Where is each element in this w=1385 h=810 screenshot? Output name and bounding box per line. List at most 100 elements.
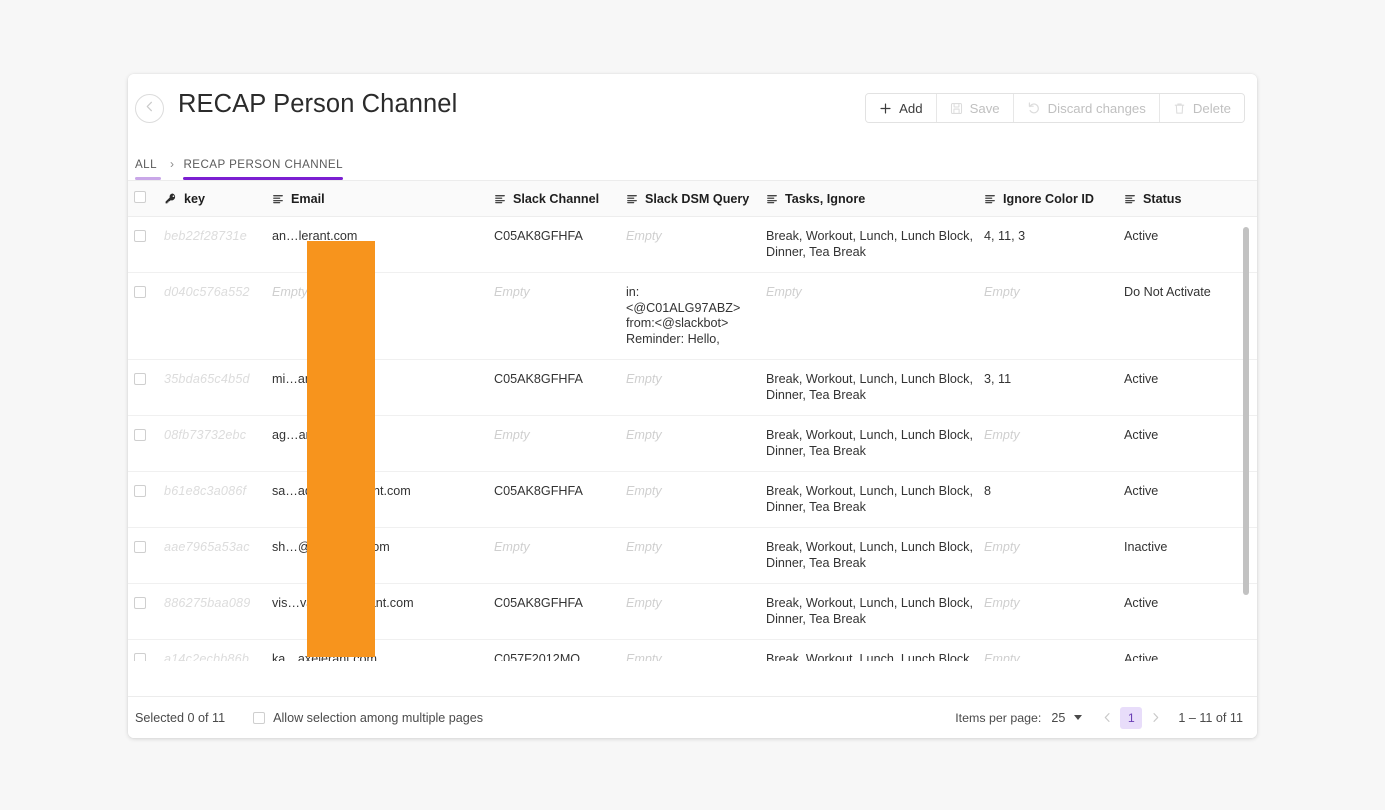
row-select-checkbox[interactable]	[134, 485, 146, 497]
cell-key: 886275baa089	[164, 596, 272, 612]
cell-tasks-ignore: Break, Workout, Lunch, Lunch Block, Dinn…	[766, 540, 984, 571]
allow-multipage-selection-label: Allow selection among multiple pages	[273, 711, 483, 725]
app-root: RECAP Person Channel Add	[0, 0, 1385, 810]
cell-slack-channel: C057F2012MQ	[494, 652, 626, 661]
breadcrumb-separator-icon: ›	[161, 157, 183, 180]
column-header-slack-dsm-query[interactable]: Slack DSM Query	[626, 192, 766, 206]
page-number-1[interactable]: 1	[1120, 707, 1142, 729]
column-header-status[interactable]: Status	[1124, 192, 1228, 206]
page-title: RECAP Person Channel	[178, 90, 457, 119]
cell-email: vis…valli@axelerant.com	[272, 596, 494, 612]
row-select-checkbox[interactable]	[134, 373, 146, 385]
row-select-cell	[134, 484, 164, 502]
cell-slack-dsm-query: Empty	[626, 596, 766, 612]
breadcrumb-item-current[interactable]: RECAP PERSON CHANNEL	[183, 158, 343, 180]
cell-tasks-ignore: Break, Workout, Lunch, Lunch Block, Dinn…	[766, 484, 984, 515]
save-button[interactable]: Save	[937, 94, 1014, 122]
key-icon	[164, 192, 177, 205]
trash-icon	[1173, 102, 1186, 115]
record-actions-toolbar: Add Save	[865, 93, 1245, 123]
cell-slack-channel: C05AK8GFHFA	[494, 372, 626, 388]
column-header-key-label: key	[184, 192, 205, 206]
table-row[interactable]: 08fb73732ebcag…ant.comEmptyEmptyBreak, W…	[128, 416, 1257, 472]
table-vertical-scrollbar[interactable]	[1243, 227, 1249, 595]
row-select-checkbox[interactable]	[134, 286, 146, 298]
cell-ignore-color-id: 8	[984, 484, 1124, 500]
pagination-range-label: 1 – 11 of 11	[1178, 711, 1243, 725]
breadcrumb-item-all[interactable]: ALL	[135, 158, 161, 180]
discard-changes-button-label: Discard changes	[1048, 101, 1146, 116]
cell-ignore-color-id: 4, 11, 3	[984, 229, 1124, 245]
cell-status: Active	[1124, 484, 1228, 500]
row-select-cell	[134, 652, 164, 661]
column-header-slack-channel-label: Slack Channel	[513, 192, 599, 206]
row-select-checkbox[interactable]	[134, 230, 146, 242]
chevron-down-icon	[1074, 715, 1082, 720]
add-button[interactable]: Add	[866, 94, 936, 122]
column-header-tasks-ignore-label: Tasks, Ignore	[785, 192, 865, 206]
cell-status: Active	[1124, 229, 1228, 245]
cell-key: 08fb73732ebc	[164, 428, 272, 444]
cell-slack-channel: Empty	[494, 428, 626, 444]
row-select-checkbox[interactable]	[134, 541, 146, 553]
items-per-page-value: 25	[1051, 711, 1065, 725]
cell-slack-channel: C05AK8GFHFA	[494, 596, 626, 612]
column-header-slack-channel[interactable]: Slack Channel	[494, 192, 626, 206]
column-header-ignore-color-id[interactable]: Ignore Color ID	[984, 192, 1124, 206]
row-select-checkbox[interactable]	[134, 597, 146, 609]
delete-button-label: Delete	[1193, 101, 1231, 116]
cell-status: Inactive	[1124, 540, 1228, 556]
cell-key: b61e8c3a086f	[164, 484, 272, 500]
cell-tasks-ignore: Break, Workout, Lunch, Lunch Block, Dinn…	[766, 428, 984, 459]
table-row[interactable]: d040c576a552EmptyEmptyin: <@C01ALG97ABZ>…	[128, 273, 1257, 360]
items-per-page-select[interactable]: 25	[1051, 711, 1082, 725]
previous-page-button[interactable]	[1096, 707, 1118, 729]
column-header-status-label: Status	[1143, 192, 1182, 206]
next-page-button[interactable]	[1144, 707, 1166, 729]
table-row[interactable]: aae7965a53acsh…@axelerant.comEmptyEmptyB…	[128, 528, 1257, 584]
column-header-key[interactable]: key	[164, 192, 272, 206]
occlusion-overlay	[307, 241, 375, 657]
paginator: Items per page: 25 1 1 – 11 of 11	[955, 707, 1243, 729]
cell-slack-dsm-query: Empty	[626, 652, 766, 661]
table-row[interactable]: b61e8c3a086fsa…ade@axelerant.comC05AK8GF…	[128, 472, 1257, 528]
table-row[interactable]: a14c2ecbb86bka…axelerant.comC057F2012MQE…	[128, 640, 1257, 661]
cell-status: Active	[1124, 428, 1228, 444]
cell-slack-channel: Empty	[494, 540, 626, 556]
breadcrumb: ALL › RECAP PERSON CHANNEL	[135, 157, 343, 180]
add-button-label: Add	[899, 101, 922, 116]
allow-multipage-selection-checkbox[interactable]	[253, 712, 265, 724]
table-header-row: key Email Slack	[128, 181, 1257, 217]
text-lines-icon	[494, 193, 506, 205]
row-select-cell	[134, 372, 164, 390]
cell-slack-dsm-query: Empty	[626, 372, 766, 388]
delete-button[interactable]: Delete	[1160, 94, 1244, 122]
plus-icon	[879, 102, 892, 115]
cell-email: Empty	[272, 285, 494, 301]
cell-status: Active	[1124, 652, 1228, 661]
table-footer: Selected 0 of 11 Allow selection among m…	[128, 696, 1257, 738]
table-row[interactable]: 886275baa089vis…valli@axelerant.comC05AK…	[128, 584, 1257, 640]
table-row[interactable]: 35bda65c4b5dmi…ant.comC05AK8GFHFAEmptyBr…	[128, 360, 1257, 416]
save-button-label: Save	[970, 101, 1000, 116]
column-header-slack-dsm-query-label: Slack DSM Query	[645, 192, 749, 206]
cell-slack-channel: C05AK8GFHFA	[494, 484, 626, 500]
column-header-tasks-ignore[interactable]: Tasks, Ignore	[766, 192, 984, 206]
cell-ignore-color-id: Empty	[984, 285, 1124, 301]
text-lines-icon	[1124, 193, 1136, 205]
breadcrumb-all-label: ALL	[135, 158, 157, 171]
select-all-checkbox[interactable]	[134, 191, 146, 203]
table-body: beb22f28731ean…lerant.comC05AK8GFHFAEmpt…	[128, 217, 1257, 661]
back-navigation-button[interactable]	[135, 94, 164, 123]
cell-email: an…lerant.com	[272, 229, 494, 245]
cell-key: d040c576a552	[164, 285, 272, 301]
discard-changes-button[interactable]: Discard changes	[1014, 94, 1160, 122]
cell-slack-dsm-query: in: <@C01ALG97ABZ> from:<@slackbot> Remi…	[626, 285, 766, 347]
row-select-checkbox[interactable]	[134, 429, 146, 441]
items-per-page-label: Items per page:	[955, 711, 1041, 725]
column-header-email[interactable]: Email	[272, 192, 494, 206]
row-select-checkbox[interactable]	[134, 653, 146, 661]
cell-status: Do Not Activate	[1124, 285, 1228, 301]
allow-multipage-selection-row[interactable]: Allow selection among multiple pages	[253, 711, 483, 725]
table-row[interactable]: beb22f28731ean…lerant.comC05AK8GFHFAEmpt…	[128, 217, 1257, 273]
